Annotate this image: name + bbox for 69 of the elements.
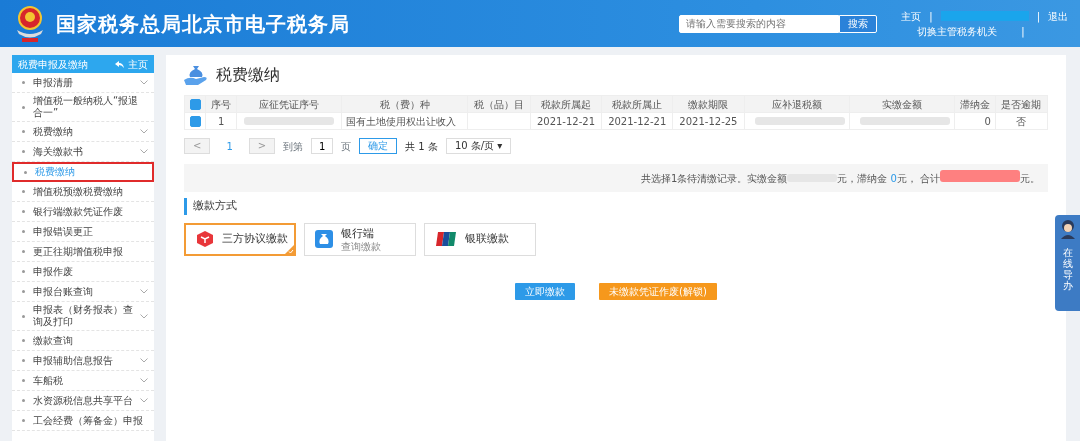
page-title: 税费缴纳 (216, 64, 280, 86)
separator: | (1036, 9, 1040, 24)
corner-check-icon (285, 244, 294, 254)
select-all-checkbox[interactable] (189, 99, 201, 110)
goto-label: 到第 (283, 139, 304, 154)
sidebar-item[interactable]: 海关缴款书 (12, 142, 154, 162)
chevron-down-icon (140, 398, 148, 403)
column-header: 税款所属止 (612, 98, 663, 110)
chevron-down-icon (140, 80, 148, 85)
table-cell: 否 (1016, 115, 1027, 127)
separator: | (929, 9, 933, 24)
total-count: 共 1 条 (405, 139, 438, 154)
chevron-down-icon (140, 378, 148, 383)
column-header: 税（费）种 (379, 98, 430, 110)
table-cell: 2021-12-21 (536, 115, 596, 127)
cube-icon (196, 230, 214, 248)
online-guide-tab[interactable]: 在线导办 (1055, 215, 1080, 311)
search-field[interactable]: 请输入需要搜索的内容 (679, 14, 840, 33)
section-title: 缴款方式 (184, 198, 1048, 215)
chevron-down-icon (140, 129, 148, 134)
row-checkbox[interactable] (189, 116, 201, 127)
table-cell: 1 (217, 115, 225, 127)
card-logo-icon (435, 230, 457, 248)
separator: | (1021, 24, 1025, 39)
sidebar-item[interactable]: 申报辅助信息报告 (12, 351, 154, 371)
sidebar-item[interactable]: 银行端缴款凭证作废 (12, 202, 154, 222)
page-unit: 页 (341, 139, 352, 154)
sidebar-item[interactable]: 申报台账查询 (12, 282, 154, 302)
chevron-down-icon (140, 149, 148, 154)
chevron-down-icon (140, 358, 148, 363)
money-bag-icon (315, 230, 333, 248)
table-cell: 2021-12-25 (679, 115, 738, 127)
page-input[interactable]: 1 (311, 138, 334, 154)
table-cell: 2021-12-21 (608, 115, 667, 127)
site-title: 国家税务总局北京市电子税务局 (56, 10, 350, 38)
payment-method-option[interactable]: 三方协议缴款 (184, 222, 296, 256)
sidebar-item[interactable]: 工会经费（筹备金）申报 (12, 411, 154, 431)
sidebar-item[interactable]: 申报表（财务报表）查询及打印 (12, 302, 154, 331)
column-header: 税（品）目 (474, 98, 525, 110)
summary-text: 共选择1条待清缴记录。实缴金额 元，滞纳金 0元， 合计 元。 (640, 170, 1040, 186)
column-header: 应征凭证序号 (259, 98, 319, 110)
page-size-select[interactable]: 10 条/页 ▾ (445, 138, 512, 154)
column-header: 实缴金额 (881, 98, 922, 110)
column-header: 缴款期限 (688, 98, 729, 110)
column-header: 滞纳金 (959, 98, 990, 110)
sidebar-item[interactable]: 缴款查询 (12, 331, 154, 351)
payment-method-option[interactable]: 银行端 查询缴款 (304, 222, 416, 256)
table-cell: 国有土地使用权出让收入 (346, 115, 456, 127)
column-header: 是否逾期 (1001, 98, 1042, 110)
sidebar-title: 税费申报及缴纳 (18, 57, 88, 72)
sidebar-item[interactable]: 增值税一般纳税人“报退合一” (12, 93, 154, 122)
column-header: 应补退税额 (771, 98, 822, 110)
sidebar-item[interactable]: 更正往期增值税申报 (12, 242, 154, 262)
sidebar-item[interactable]: 申报作废 (12, 262, 154, 282)
chevron-down-icon (140, 313, 148, 319)
payment-method-option[interactable]: 银联缴款 (424, 222, 536, 256)
sidebar-item[interactable]: 申报错误更正 (12, 222, 154, 242)
column-header: 税款所属起 (540, 98, 591, 110)
column-header: 序号 (211, 98, 232, 110)
sidebar-item[interactable]: 申报清册 (12, 73, 154, 93)
sidebar-item[interactable]: 车船税 (12, 371, 154, 391)
sidebar-item[interactable]: 增值税预缴税费缴纳 (12, 182, 154, 202)
sidebar-item[interactable]: 税费缴纳 (12, 122, 154, 142)
back-arrow-icon (115, 60, 124, 68)
table-cell: 0 (984, 115, 991, 127)
money-bag-hand-icon (184, 64, 208, 86)
sidebar-item[interactable]: 水资源税信息共享平台 (12, 391, 154, 411)
search-button[interactable]: 搜索 (839, 14, 878, 33)
chevron-down-icon (140, 289, 148, 294)
